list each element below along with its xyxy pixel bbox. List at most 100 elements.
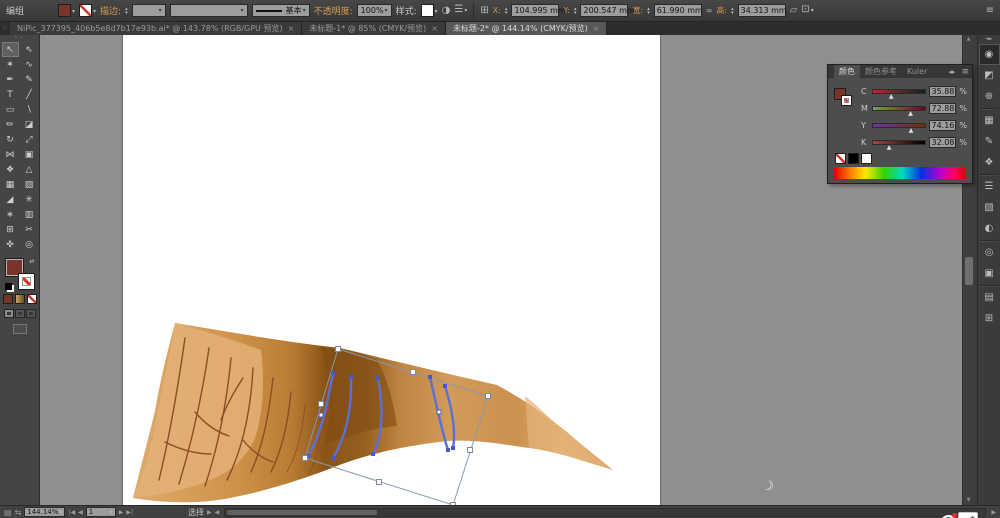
free-transform-tool[interactable]: ▣ [21, 147, 38, 162]
color-spectrum-bar[interactable] [834, 167, 966, 179]
slider-knob-icon[interactable]: ▲ [909, 128, 914, 134]
opacity-combo[interactable]: 100% ▾ [356, 4, 392, 17]
slice-tool[interactable]: ✂ [21, 222, 38, 237]
color-guide-icon[interactable]: ◩ [979, 65, 1000, 86]
shape-builder-tool[interactable]: ❖ [2, 162, 19, 177]
fill-stroke-indicator[interactable] [834, 88, 858, 112]
k-slider-track[interactable]: ▲ [872, 140, 927, 151]
graphic-styles-icon[interactable]: ▣ [979, 263, 1000, 284]
style-picker[interactable]: ▾ [420, 4, 438, 17]
none-button[interactable] [26, 294, 37, 304]
stroke-link[interactable]: 描边: [100, 4, 121, 17]
x-stepper[interactable]: ▴ ▾ [505, 6, 508, 15]
artboard-tool[interactable]: ⊞ [2, 222, 19, 237]
draw-normal-button[interactable] [3, 309, 14, 318]
fill-color-picker[interactable]: ▾ [58, 4, 75, 17]
color-panel-tab[interactable]: Kuler [902, 65, 932, 78]
slider-knob-icon[interactable]: ▲ [887, 145, 892, 151]
line-tool[interactable]: ╱ [21, 87, 38, 102]
horizontal-scroll-thumb[interactable] [227, 509, 378, 515]
opacity-link[interactable]: 不透明度: [314, 4, 353, 17]
hand-tool[interactable]: ✜ [2, 237, 19, 252]
first-artboard-button[interactable]: |◀ [68, 509, 75, 516]
align-icon[interactable]: ☰▾ [454, 5, 467, 16]
scroll-left-icon[interactable]: ◀ [215, 509, 220, 516]
width-profile-combo[interactable]: ▾ [169, 4, 248, 17]
y-slider-track[interactable]: ▲ [872, 123, 927, 134]
color-panel-tab[interactable]: 颜色 [834, 65, 860, 78]
last-artboard-button[interactable]: ▶| [126, 509, 133, 516]
c-slider-track[interactable]: ▲ [872, 89, 927, 100]
eyedropper-tool[interactable]: ◢ [2, 192, 19, 207]
pencil-tool[interactable]: ✏ [2, 117, 19, 132]
color-panel-tab[interactable]: 颜色参考 [860, 65, 902, 78]
next-artboard-button[interactable]: ▶ [119, 509, 124, 516]
stroke-weight-combo[interactable]: ▾ [131, 4, 166, 17]
constrain-proportions-icon[interactable]: ∞ [706, 6, 713, 16]
swatches-icon[interactable]: ▦ [979, 110, 1000, 131]
fill-swatch[interactable] [58, 4, 72, 17]
scroll-up-icon[interactable]: ▲ [963, 35, 974, 44]
graph-tool[interactable]: ▥ [21, 207, 38, 222]
panel-menu-icon[interactable]: ≡ [986, 5, 994, 16]
default-fill-stroke-icon[interactable] [4, 283, 12, 290]
black-swatch[interactable] [848, 153, 859, 164]
expand-panels-icon[interactable]: ◄► [978, 35, 1000, 44]
slider-knob-icon[interactable]: ▲ [889, 94, 894, 100]
arrange-icon[interactable]: ⇆ [15, 508, 22, 517]
prev-artboard-button[interactable]: ◀ [78, 509, 83, 516]
canvas[interactable]: ☽ [40, 35, 962, 505]
stroke-mini-swatch[interactable] [841, 95, 852, 106]
width-tool[interactable]: ⋈ [2, 147, 19, 162]
blend-tool[interactable]: ✳ [21, 192, 38, 207]
draw-inside-button[interactable] [25, 309, 36, 318]
stroke-weight-stepper[interactable]: ▴ ▾ [125, 6, 128, 15]
stroke-icon[interactable]: ☰ [979, 176, 1000, 197]
mesh-tool[interactable]: ▦ [2, 177, 19, 192]
zoom-combo[interactable]: 144.14% ▾ [24, 507, 66, 517]
stroke-none-swatch[interactable] [79, 4, 93, 17]
pen-tool[interactable]: ✒ [2, 72, 19, 87]
scale-tool[interactable]: ⤢ [21, 132, 38, 147]
m-value-field[interactable]: 72.88 [929, 103, 957, 114]
selection-tool[interactable]: ↖ [1, 42, 19, 57]
stroke-color-picker[interactable]: ▾ [79, 4, 96, 17]
style-swatch[interactable] [420, 4, 434, 17]
zoom-tool[interactable]: ◎ [21, 237, 38, 252]
direct-selection-tool[interactable]: ⇖ [21, 42, 38, 57]
scroll-down-icon[interactable]: ▼ [963, 496, 974, 505]
color-panel-icon[interactable]: ◉ [978, 44, 1000, 65]
slider-knob-icon[interactable]: ▲ [908, 111, 913, 117]
x-field[interactable]: 104.995 mm [511, 4, 566, 17]
lasso-tool[interactable]: ∿ [21, 57, 38, 72]
shear-icon[interactable]: ▱ [790, 5, 798, 16]
scroll-right-icon[interactable]: ▶ [991, 509, 996, 516]
rectangle-tool[interactable]: ▭ [2, 102, 19, 117]
appearance-icon[interactable]: ◎ [979, 242, 1000, 263]
screen-mode-button[interactable] [12, 324, 27, 334]
width-field[interactable]: 61.990 mm [653, 4, 703, 17]
width-stepper[interactable]: ▴ ▾ [647, 6, 650, 15]
gradient-icon[interactable]: ▧ [979, 197, 1000, 218]
transform-options-icon[interactable]: ⊡▾ [801, 5, 813, 16]
reference-point-icon[interactable]: ⊞ [480, 5, 488, 16]
k-value-field[interactable]: 32.08 [929, 137, 957, 148]
c-value-field[interactable]: 35.88 [929, 86, 957, 97]
none-swatch[interactable] [835, 153, 846, 164]
tools-button[interactable] [958, 512, 978, 518]
artboard-combo[interactable]: 1 ▾ [85, 507, 116, 517]
vertical-scroll-thumb[interactable] [965, 257, 973, 285]
rotate-tool[interactable]: ↻ [2, 132, 19, 147]
brush-pen-tool[interactable]: ✎ [21, 72, 38, 87]
draw-behind-button[interactable] [14, 309, 25, 318]
panel-menu-icon[interactable]: ≡ [958, 65, 972, 78]
eraser-tool[interactable]: ◪ [21, 117, 38, 132]
layers-icon[interactable]: ▤ [979, 287, 1000, 308]
white-swatch[interactable] [861, 153, 872, 164]
document-tab[interactable]: 未标题-1* @ 85% (CMYK/预览) × [302, 22, 446, 35]
document-tab[interactable]: NiPic_377395_406b5e8d7b17e93b.ai* @ 143.… [10, 22, 303, 35]
download-widget[interactable]: ↓ 0.02K/s + ▼ [856, 512, 990, 518]
collapse-panel-icon[interactable]: ◂▸ [945, 65, 958, 78]
status-expand-icon[interactable]: ▶ [207, 509, 212, 516]
y-stepper[interactable]: ▴ ▾ [574, 6, 577, 15]
